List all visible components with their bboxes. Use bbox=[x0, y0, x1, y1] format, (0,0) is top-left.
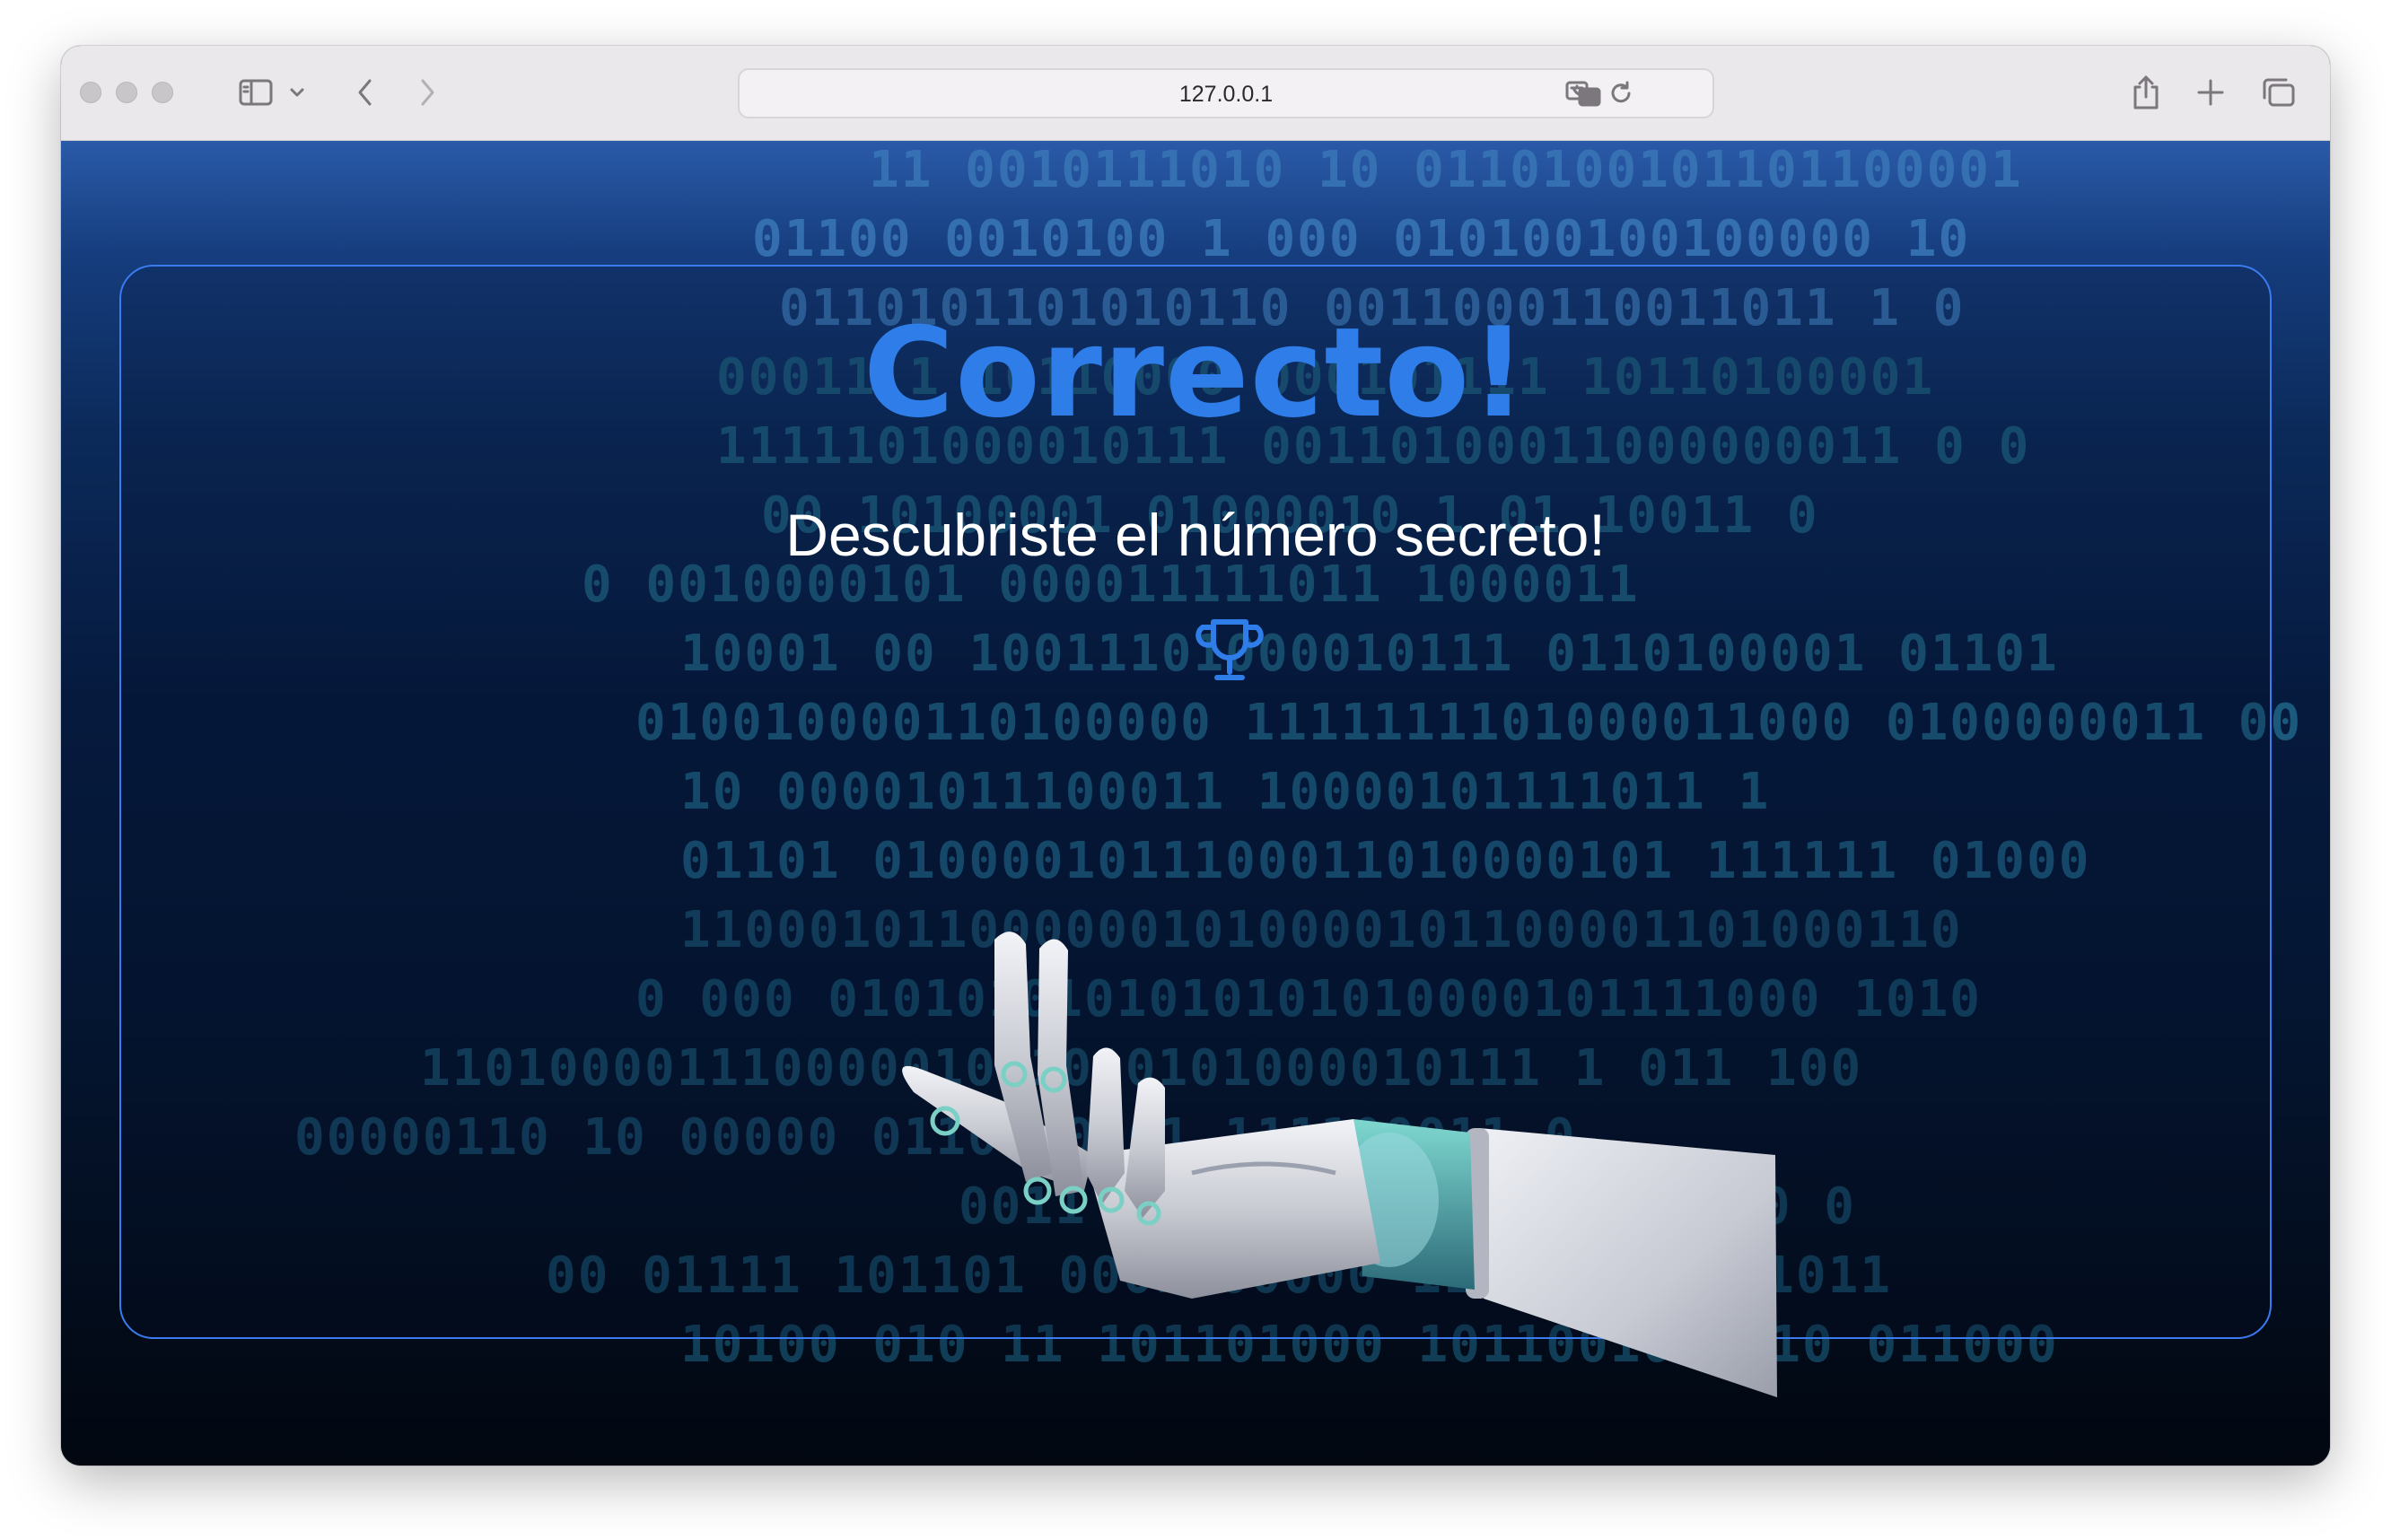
page-title: Correcto! bbox=[863, 301, 1528, 445]
translate-icon[interactable] bbox=[1563, 74, 1603, 113]
binary-line: 01100 0010100 1 000 010100100100000 10 bbox=[752, 210, 1971, 268]
new-tab-icon[interactable] bbox=[2190, 73, 2231, 112]
trophy-icon bbox=[1196, 619, 1264, 680]
share-icon[interactable] bbox=[2125, 73, 2167, 112]
reload-icon[interactable] bbox=[1601, 74, 1641, 113]
address-bar[interactable]: 127.0.0.1 bbox=[738, 68, 1714, 118]
tab-overview-icon[interactable] bbox=[2258, 73, 2299, 112]
page-subtitle: Descubriste el número secreto! bbox=[785, 502, 1606, 568]
back-icon[interactable] bbox=[345, 73, 386, 112]
browser-toolbar: 127.0.0.1 bbox=[61, 46, 2330, 141]
forward-icon[interactable] bbox=[407, 73, 448, 112]
sidebar-toggle-icon[interactable] bbox=[235, 73, 276, 112]
browser-window: 127.0.0.1 11 0010111010 10 0110100101101… bbox=[61, 46, 2330, 1466]
zoom-window-button[interactable] bbox=[152, 82, 173, 103]
binary-line: 11 0010111010 10 0110100101101100001 bbox=[869, 141, 2023, 199]
chevron-down-icon[interactable] bbox=[284, 73, 311, 112]
page-content: 11 0010111010 10 0110100101101100001 0110… bbox=[61, 141, 2330, 1466]
close-window-button[interactable] bbox=[80, 82, 101, 103]
robot-hand-image bbox=[902, 932, 1777, 1397]
minimize-window-button[interactable] bbox=[116, 82, 137, 103]
